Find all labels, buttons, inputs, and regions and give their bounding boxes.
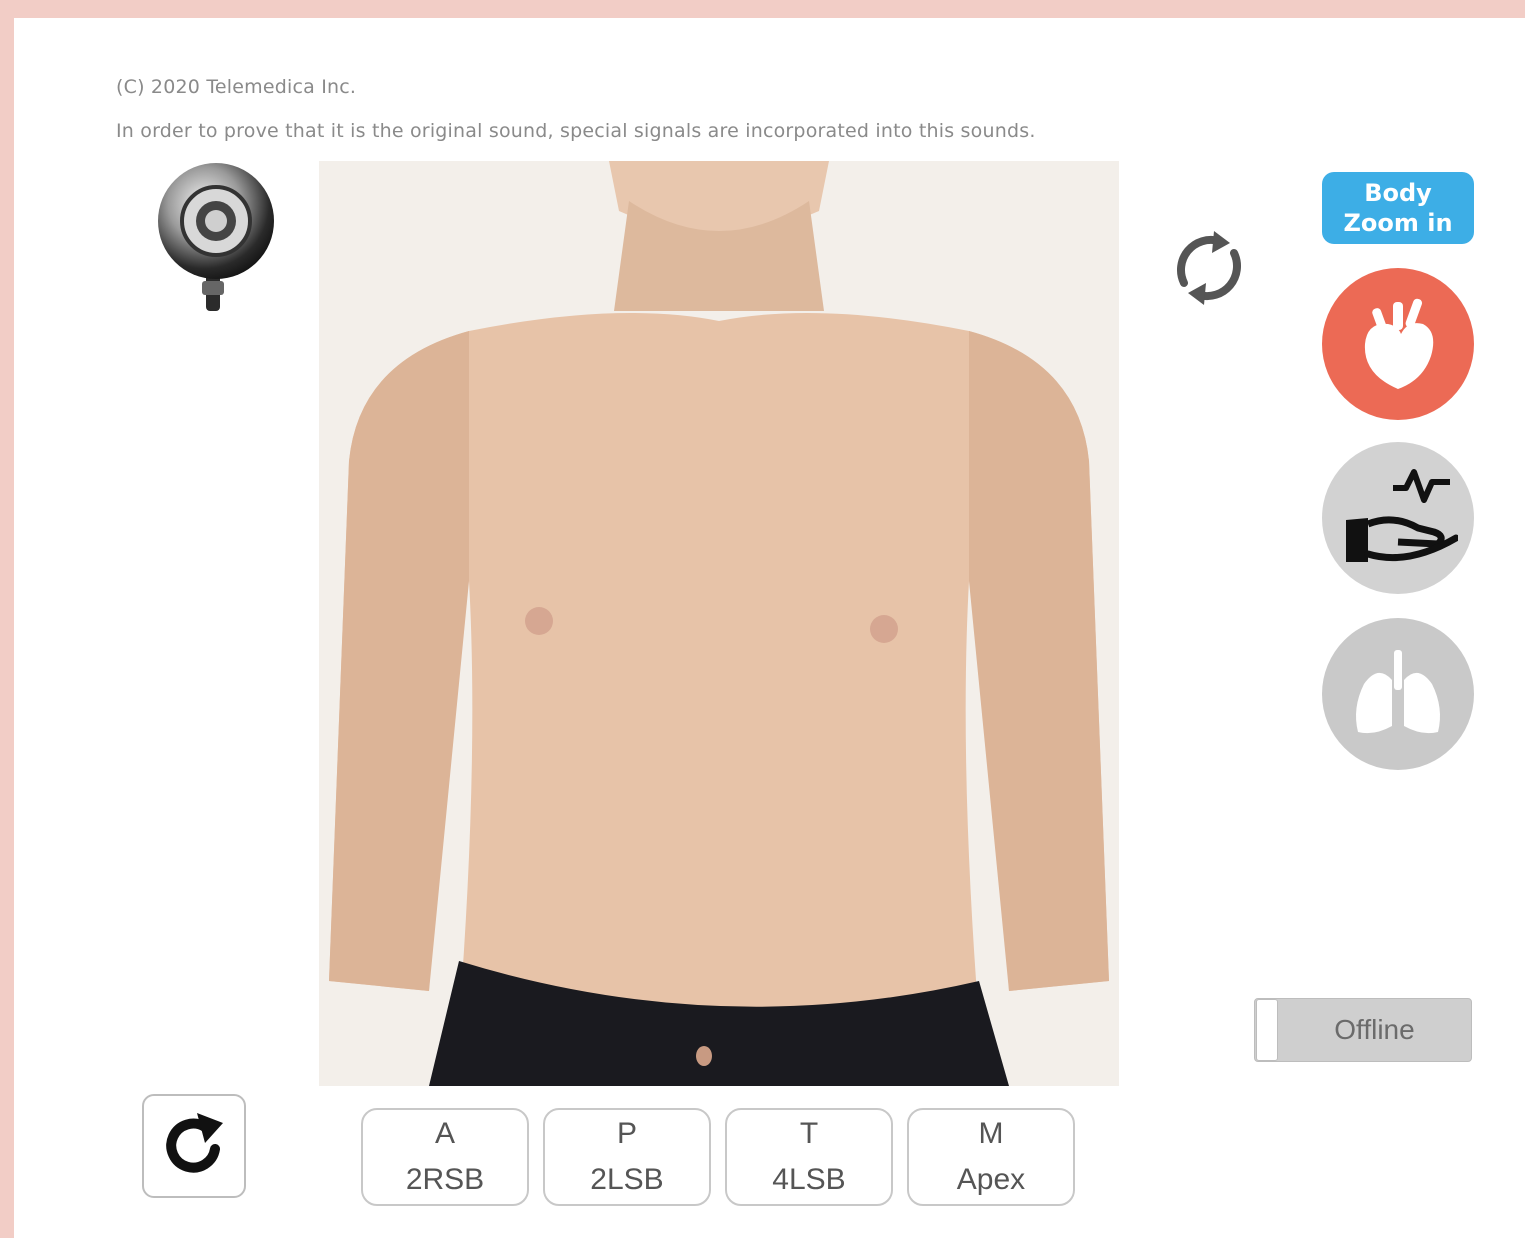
zoom-label-line2: Zoom in (1343, 209, 1453, 237)
heart-sound-button[interactable] (1322, 268, 1474, 420)
rotate-view-button[interactable] (1164, 223, 1254, 313)
reload-icon (166, 1113, 223, 1173)
body-zoom-in-button[interactable]: Body Zoom in (1322, 172, 1474, 244)
reload-button[interactable] (142, 1094, 246, 1198)
torso-image[interactable] (319, 161, 1119, 1086)
copyright-text: (C) 2020 Telemedica Inc. (116, 76, 357, 98)
rotate-icon (1177, 231, 1241, 305)
site-button-pulmonary[interactable]: P 2LSB (543, 1108, 711, 1206)
site-location: 2LSB (590, 1163, 664, 1196)
sound-notice-text: In order to prove that it is the origina… (116, 120, 1036, 142)
site-location: 4LSB (772, 1163, 846, 1196)
site-location: Apex (956, 1163, 1026, 1196)
offline-toggle-knob[interactable] (1256, 999, 1278, 1061)
pulse-button[interactable] (1322, 442, 1474, 594)
zoom-label-line1: Body (1364, 179, 1432, 207)
site-letter: M (978, 1117, 1004, 1150)
lung-sound-button[interactable] (1322, 618, 1474, 770)
lungs-icon (1356, 650, 1440, 734)
site-location: 2RSB (405, 1163, 485, 1196)
auscultation-site-row: A 2RSB P 2LSB T 4LSB M Apex (361, 1108, 1075, 1206)
stethoscope-icon[interactable] (144, 161, 274, 321)
site-button-aortic[interactable]: A 2RSB (361, 1108, 529, 1206)
site-letter: A (434, 1117, 455, 1150)
offline-label: Offline (1334, 1014, 1415, 1045)
offline-toggle[interactable]: Offline (1254, 998, 1472, 1062)
site-button-mitral[interactable]: M Apex (907, 1108, 1075, 1206)
pulse-hand-icon (1346, 469, 1458, 562)
site-letter: P (616, 1117, 637, 1150)
site-letter: T (799, 1117, 819, 1150)
app-panel: (C) 2020 Telemedica Inc. In order to pro… (14, 18, 1525, 1238)
heart-icon (1364, 298, 1434, 389)
site-button-tricuspid[interactable]: T 4LSB (725, 1108, 893, 1206)
